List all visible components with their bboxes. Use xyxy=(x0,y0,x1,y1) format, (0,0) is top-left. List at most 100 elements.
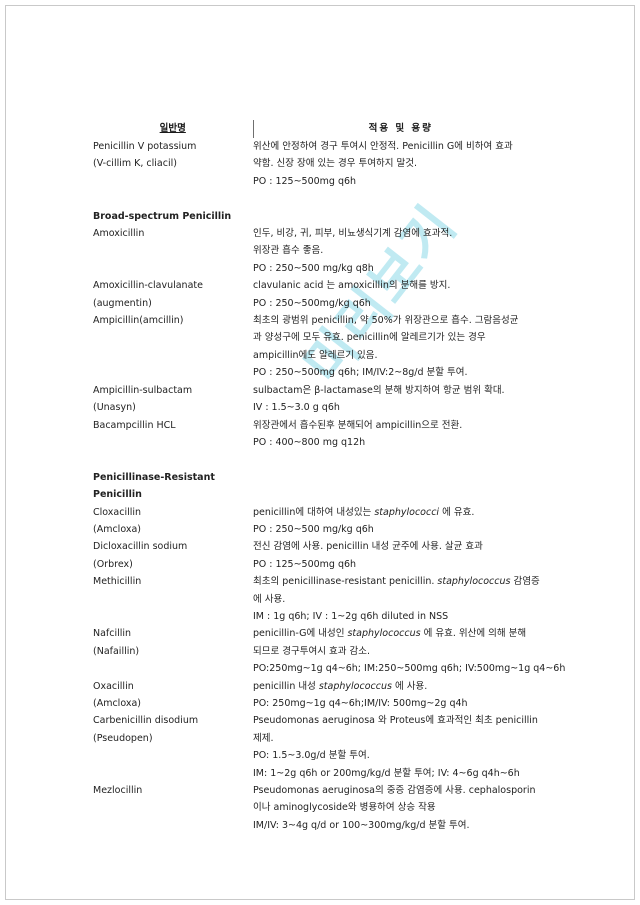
cell-generic-name: (augmentin) xyxy=(93,297,152,309)
drug-table: 일반명 적용 및 용량 Penicillin V potassium 위산에 안정… xyxy=(93,120,566,834)
table-row: (Nafaillin) 되므로 경구투여시 효과 감소. xyxy=(93,643,548,660)
table-row: Oxacillin penicillin 내성 staphylococcus 에 … xyxy=(93,678,548,695)
cell-generic-name: Penicillin V potassium xyxy=(93,141,197,152)
table-row: Mezlocillin Pseudomonas aeruginosa의 중증 감염… xyxy=(93,782,548,799)
cell-generic-name xyxy=(93,329,253,346)
drug-table-wrapper: 일반명 적용 및 용량 Penicillin V potassium 위산에 안정… xyxy=(93,120,566,834)
cell-indication-dose: 전신 감염에 사용. penicillin 내성 균주에 사용. 살균 효과 xyxy=(253,541,483,553)
cell-generic-name: Cloxacillin xyxy=(93,506,142,518)
header-indication-dose: 적용 및 용량 xyxy=(253,120,548,138)
cell-indication-dose: PO: 250mg~1g q4~6h;IM/IV: 500mg~2g q4h xyxy=(253,698,468,709)
cell-generic-name: Oxacillin xyxy=(93,680,134,692)
table-body: Penicillin V potassium 위산에 안정하여 경구 투여시 안정… xyxy=(93,138,566,834)
cell-indication-dose: Pseudomonas aeruginosa 와 Proteus에 효과적인 최… xyxy=(253,715,538,727)
cell-generic-name: Bacampcillin HCL xyxy=(93,419,176,431)
cell-generic-name: Carbenicillin disodium xyxy=(93,715,199,727)
cell-indication-dose: 되므로 경구투여시 효과 감소. xyxy=(253,645,370,657)
table-row: (V-cillim K, cliacil) 약함. 신장 장애 있는 경우 투여하… xyxy=(93,155,548,172)
cell-indication-dose: PO : 250~500mg/kg q6h xyxy=(253,297,371,309)
table-row: Ampicillin-sulbactam sulbactam은 β-lactama… xyxy=(93,382,548,399)
cell-generic-name xyxy=(93,364,253,381)
cell-generic-name xyxy=(93,660,253,677)
cell-indication-dose xyxy=(253,190,548,207)
table-row: (Pseudopen) 제제. xyxy=(93,730,548,747)
cell-generic-name xyxy=(93,347,253,364)
table-row: Amoxicillin-clavulanate clavulanic acid 는… xyxy=(93,277,548,294)
cell-generic-name: (Amcloxa) xyxy=(93,523,141,535)
table-row xyxy=(93,190,548,207)
cell-indication-dose: PO : 250~500 mg/kg q8h xyxy=(253,262,374,274)
table-row: IM : 1g q6h; IV : 1~2g q6h diluted in NS… xyxy=(93,608,548,625)
cell-indication-dose: PO:250mg~1g q4~6h; IM:250~500mg q6h; IV:… xyxy=(253,663,566,675)
cell-generic-name: Methicillin xyxy=(93,576,142,588)
table-row: 에 사용. xyxy=(93,591,548,608)
cell-indication-dose: 제제. xyxy=(253,732,274,744)
table-row: IM/IV: 3~4g q/d or 100~300mg/kg/d 분할 투여. xyxy=(93,817,548,834)
table-row xyxy=(93,451,548,468)
cell-generic-name xyxy=(93,434,253,451)
table-row: PO : 250~500mg q6h; IM/IV:2~8g/d 분할 투여. xyxy=(93,364,548,381)
table-row: (Unasyn) IV : 1.5~3.0 g q6h xyxy=(93,399,548,416)
cell-generic-name: Penicillinase-Resistant xyxy=(93,471,215,483)
cell-generic-name: (Pseudopen) xyxy=(93,732,153,744)
cell-indication-dose: IM/IV: 3~4g q/d or 100~300mg/kg/d 분할 투여. xyxy=(253,819,470,831)
cell-indication-dose: penicillin 내성 staphylococcus 에 사용. xyxy=(253,680,428,692)
cell-indication-dose: PO: 1.5~3.0g/d 분할 투여. xyxy=(253,750,370,762)
cell-indication-dose xyxy=(253,451,548,468)
cell-generic-name xyxy=(93,608,253,625)
cell-indication-dose: 과 양성구에 모두 유효. penicillin에 알레르기가 있는 경우 xyxy=(253,332,486,344)
table-row: (Orbrex) PO : 125~500mg q6h xyxy=(93,556,548,573)
cell-generic-name: (Nafaillin) xyxy=(93,645,140,657)
cell-indication-dose: PO : 125~500mg q6h xyxy=(253,175,357,187)
cell-indication-dose: penicillin-G에 내성인 staphylococcus 에 유효. 위… xyxy=(253,628,527,640)
cell-generic-name xyxy=(93,260,253,277)
table-row: Broad-spectrum Penicillin xyxy=(93,208,548,225)
table-row: Dicloxacillin sodium 전신 감염에 사용. penicilli… xyxy=(93,538,548,555)
table-row: Amoxicillin 인두, 비강, 귀, 피부, 비뇨생식기계 감염에 효과적… xyxy=(93,225,548,242)
cell-indication-dose: penicillin에 대하여 내성있는 staphylococci 에 유효. xyxy=(253,506,475,518)
cell-generic-name: Ampicillin(amcillin) xyxy=(93,315,184,327)
cell-generic-name xyxy=(93,451,253,468)
cell-indication-dose: 위산에 안정하여 경구 투여시 안정적. Penicillin G에 비하여 효… xyxy=(253,141,513,152)
table-row: (Amcloxa) PO: 250mg~1g q4~6h;IM/IV: 500mg… xyxy=(93,695,548,712)
cell-indication-dose: PO : 400~800 mg q12h xyxy=(253,436,366,448)
table-row: Penicillin xyxy=(93,486,548,503)
cell-generic-name: (V-cillim K, cliacil) xyxy=(93,158,177,170)
cell-generic-name xyxy=(93,190,253,207)
cell-indication-dose: PO : 250~500 mg/kg q6h xyxy=(253,523,374,535)
cell-indication-dose: 위장관 흡수 좋음. xyxy=(253,245,324,257)
table-row: PO:250mg~1g q4~6h; IM:250~500mg q6h; IV:… xyxy=(93,660,566,677)
cell-generic-name: (Unasyn) xyxy=(93,402,136,414)
cell-indication-dose: 이나 aminoglycoside와 병용하여 상승 작용 xyxy=(253,802,436,814)
cell-generic-name: (Amcloxa) xyxy=(93,698,141,709)
table-row: IM: 1~2g q6h or 200mg/kg/d 분할 투여; IV: 4~… xyxy=(93,765,548,782)
cell-generic-name: (Orbrex) xyxy=(93,558,133,570)
cell-generic-name: Nafcillin xyxy=(93,628,132,640)
table-row: PO: 1.5~3.0g/d 분할 투여. xyxy=(93,747,548,764)
cell-indication-dose xyxy=(253,208,548,225)
cell-generic-name xyxy=(93,591,253,608)
table-row: PO : 125~500mg q6h xyxy=(93,173,548,190)
cell-generic-name: Dicloxacillin sodium xyxy=(93,541,188,553)
cell-indication-dose: 최초의 광범위 penicillin, 약 50%가 위장관으로 흡수. 그람음… xyxy=(253,315,519,327)
cell-indication-dose xyxy=(253,486,548,503)
cell-generic-name: Mezlocillin xyxy=(93,785,143,797)
table-row: (augmentin) PO : 250~500mg/kg q6h xyxy=(93,295,548,312)
cell-generic-name xyxy=(93,747,253,764)
cell-generic-name: Amoxicillin xyxy=(93,228,145,240)
cell-indication-dose: 인두, 비강, 귀, 피부, 비뇨생식기계 감염에 효과적. xyxy=(253,228,453,240)
cell-generic-name xyxy=(93,765,253,782)
document-page: 미리보기 일반명 적용 및 용량 Penicillin V potassium 위… xyxy=(0,0,640,905)
cell-indication-dose xyxy=(253,469,548,486)
cell-indication-dose: IM: 1~2g q6h or 200mg/kg/d 분할 투여; IV: 4~… xyxy=(253,767,520,779)
table-row: PO : 250~500 mg/kg q8h xyxy=(93,260,548,277)
header-generic-name: 일반명 xyxy=(93,120,254,138)
cell-indication-dose: clavulanic acid 는 amoxicillin의 분해를 방지. xyxy=(253,280,451,292)
header-generic-name-label: 일반명 xyxy=(159,123,186,134)
table-row: PO : 400~800 mg q12h xyxy=(93,434,548,451)
cell-indication-dose: 위장관에서 흡수된후 분해되어 ampicillin으로 전환. xyxy=(253,419,463,431)
cell-indication-dose: IM : 1g q6h; IV : 1~2g q6h diluted in NS… xyxy=(253,610,449,622)
cell-indication-dose: 에 사용. xyxy=(253,593,286,605)
table-row: Nafcillin penicillin-G에 내성인 staphylococcu… xyxy=(93,625,548,642)
cell-indication-dose: IV : 1.5~3.0 g q6h xyxy=(253,402,340,414)
